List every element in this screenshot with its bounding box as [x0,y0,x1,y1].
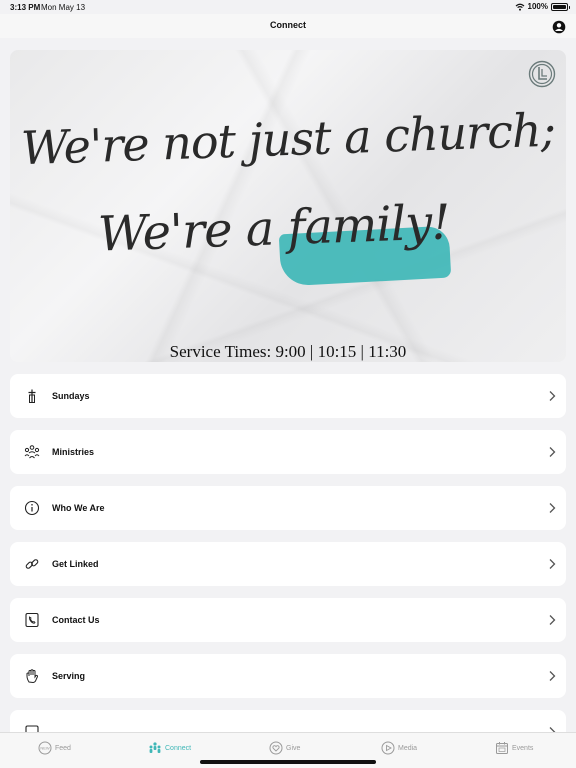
tab-label: Events [512,744,534,752]
menu-item-label: Sundays [52,391,90,401]
tab-label: Media [398,744,418,752]
connect-menu: Sundays Ministries Who We Are Get Linked… [10,374,566,732]
hero-line2-highlight: family [286,195,433,256]
menu-item-serving[interactable]: Serving [10,654,566,698]
people-icon [24,445,40,459]
content-area[interactable]: We're not just a church; We're a family!… [0,38,576,732]
service-times: Service Times: 9:00 | 10:15 | 11:30 [169,342,407,361]
hero-line2-prefix: We're a [97,200,289,263]
chevron-right-icon [549,391,556,401]
new-badge-icon: NEW [38,741,52,755]
connect-people-icon [149,742,161,753]
cross-icon [28,389,36,403]
tab-connect[interactable]: Connect [148,739,191,757]
tab-events[interactable]: Events [495,739,533,757]
hero-banner[interactable]: We're not just a church; We're a family!… [10,50,566,362]
tab-label: Connect [165,744,192,752]
heart-icon [269,741,283,755]
menu-item-label: Contact Us [52,615,100,625]
tab-label: Give [286,744,301,752]
menu-item-ministries[interactable]: Ministries [10,430,566,474]
menu-item-label: Get Linked [52,559,99,569]
menu-item-get-linked[interactable]: Get Linked [10,542,566,586]
menu-item-sundays[interactable]: Sundays [10,374,566,418]
link-icon [25,559,39,569]
tab-label: Feed [55,744,71,752]
profile-icon[interactable] [552,20,566,34]
status-right: 100% [515,2,570,11]
calendar-icon [496,742,508,754]
phone-icon [25,612,39,628]
chevron-right-icon [549,615,556,625]
menu-item-label: Ministries [52,447,95,457]
status-time: 3:13 PM [10,3,41,12]
chevron-right-icon [549,671,556,681]
home-indicator[interactable] [200,760,376,764]
chevron-right-icon [549,559,556,569]
info-icon [24,500,40,516]
chevron-right-icon [549,503,556,513]
battery-percent: 100% [527,2,548,11]
hero-line2-suffix: ! [430,194,451,251]
tab-feed[interactable]: NEW Feed [38,739,71,757]
page-title: Connect [270,20,306,30]
menu-item-label: Who We Are [52,503,105,513]
svg-text:NEW: NEW [40,746,50,751]
menu-item-partial[interactable] [10,710,566,732]
battery-icon [551,2,570,11]
play-icon [381,741,395,755]
church-logo-icon [528,60,556,88]
hand-icon [26,669,39,684]
nav-bar: Connect [0,14,576,38]
status-bar: 3:13 PM Mon May 13 100% [0,0,576,14]
menu-item-who-we-are[interactable]: Who We Are [10,486,566,530]
chevron-right-icon [549,447,556,457]
wifi-icon [515,3,524,11]
tab-media[interactable]: Media [381,739,417,757]
status-date: Mon May 13 [41,3,86,12]
tab-give[interactable]: Give [269,739,300,757]
document-icon [25,725,39,732]
menu-item-contact-us[interactable]: Contact Us [10,598,566,642]
menu-item-label: Serving [52,671,86,681]
